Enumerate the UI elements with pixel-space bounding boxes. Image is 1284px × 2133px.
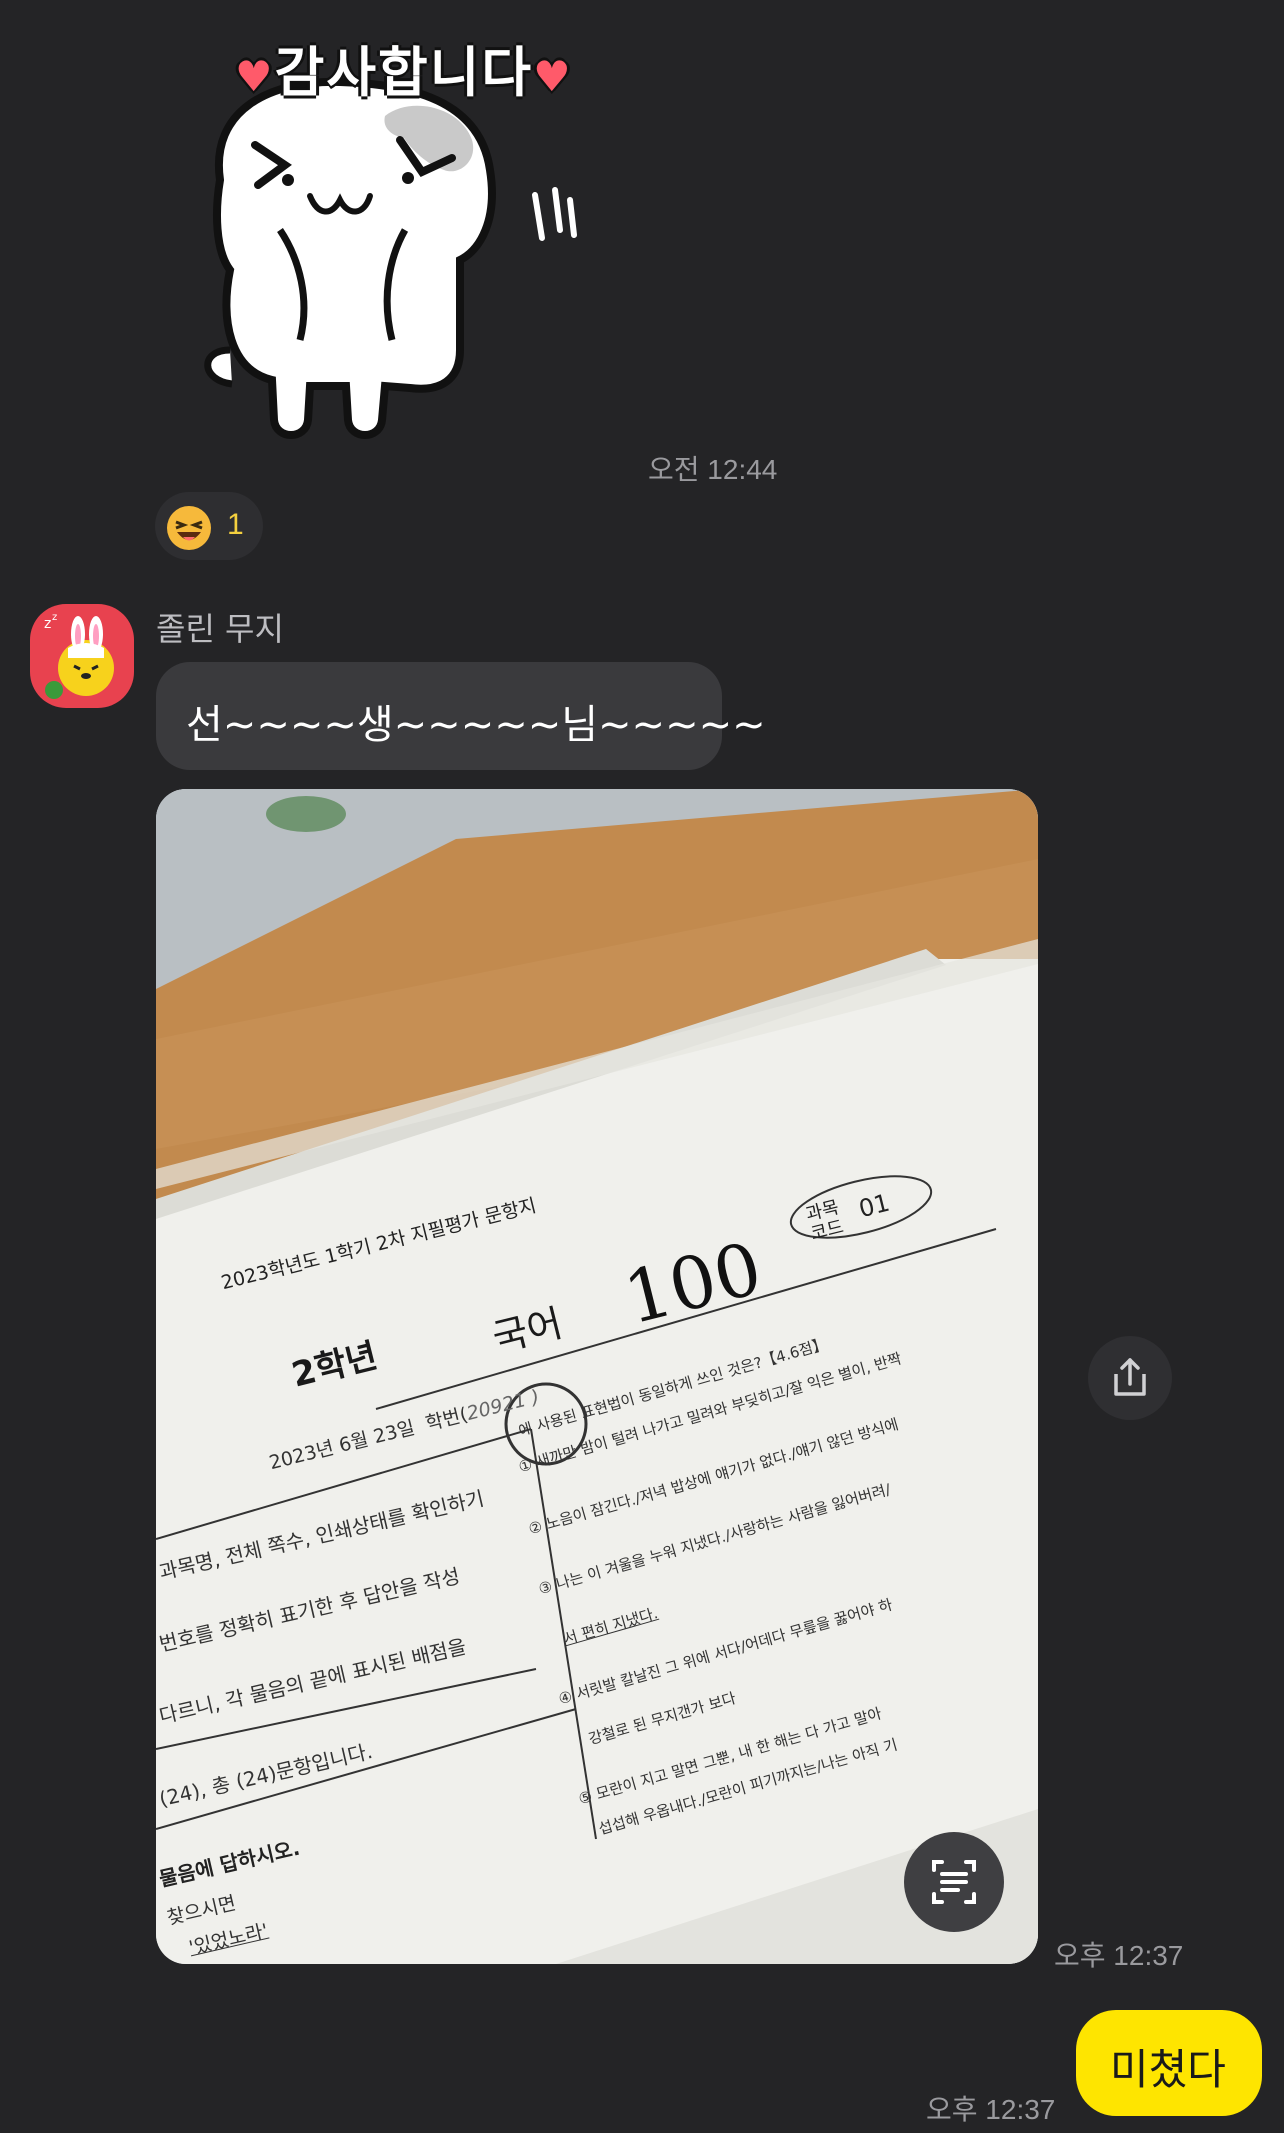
laughing-face-icon bbox=[167, 506, 211, 550]
reaction-badge[interactable]: 1 bbox=[155, 492, 263, 560]
sender-name: 졸린 무지 bbox=[156, 610, 284, 648]
svg-text:z: z bbox=[44, 616, 51, 632]
sticker-timestamp: 오전 12:44 bbox=[648, 454, 778, 485]
text-scan-button[interactable] bbox=[904, 1832, 1004, 1932]
sticker-caption-text: 감사합니다 bbox=[274, 41, 534, 104]
photo-attachment[interactable]: 2023학년도 1학기 2차 지필평가 문항지 2학년 국어 100 과목 코드 … bbox=[156, 789, 1038, 1964]
text-scan-icon bbox=[932, 1860, 976, 1904]
share-button[interactable] bbox=[1088, 1336, 1172, 1420]
share-icon bbox=[1114, 1358, 1146, 1396]
incoming-message-bubble[interactable]: 선~~~~생~~~~~님~~~~~ bbox=[156, 662, 766, 770]
heart-icon: ♥ bbox=[533, 52, 573, 101]
svg-text:z: z bbox=[52, 612, 57, 623]
heart-icon: ♥ bbox=[235, 52, 275, 101]
photo-timestamp: 오후 12:37 bbox=[1054, 1940, 1184, 1971]
sender-avatar[interactable]: z z bbox=[30, 604, 134, 708]
outgoing-timestamp: 오후 12:37 bbox=[926, 2094, 1056, 2125]
sticker-caption: ♥감사합니다♥ bbox=[235, 28, 573, 107]
outgoing-message-bubble[interactable]: 미쳤다 bbox=[1076, 2010, 1262, 2116]
reaction-count: 1 bbox=[227, 508, 244, 541]
